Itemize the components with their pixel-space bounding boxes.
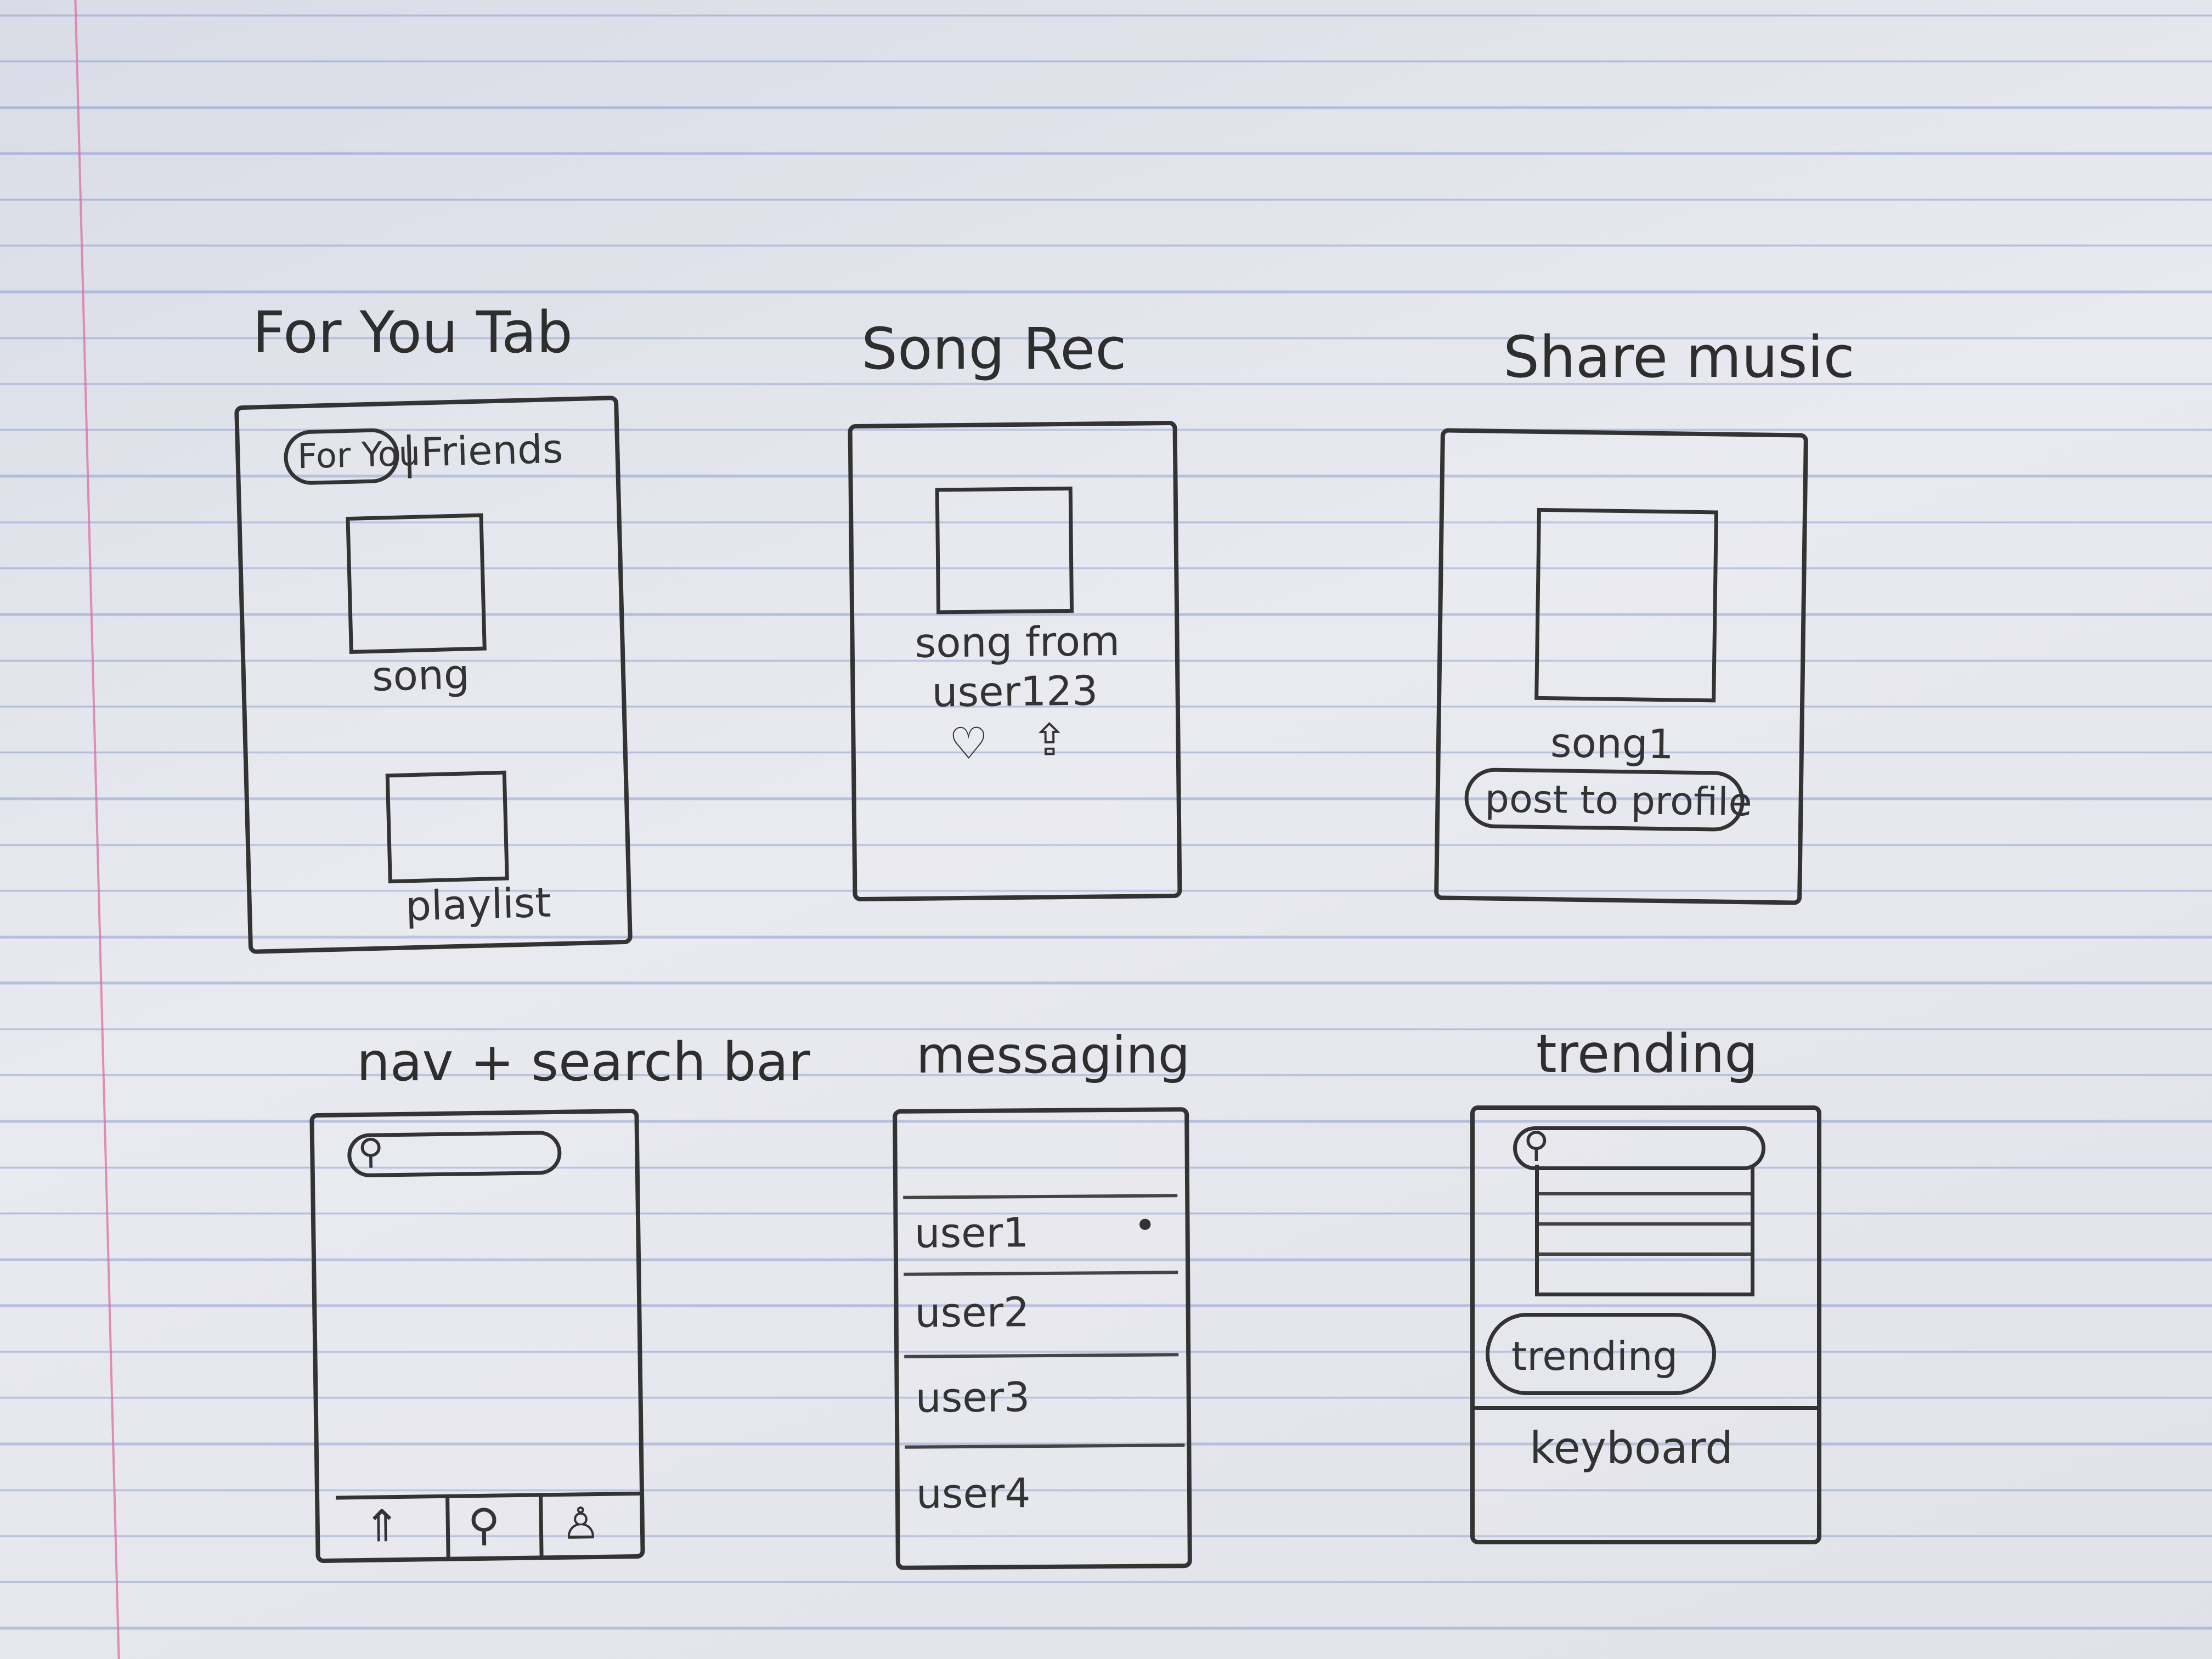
keyboard-divider [1475,1406,1817,1410]
messaging-screen: user1 • user2 user3 user4 [893,1107,1192,1570]
suggestion-divider [1539,1222,1751,1226]
profile-icon[interactable]: ♙ [561,1498,601,1549]
search-bar[interactable]: ⚲ [347,1130,562,1178]
share-music-screen: song1 post to profile [1434,428,1808,905]
message-user-name: user1 [914,1209,1029,1257]
song-label: song [371,651,470,701]
nav-divider-1 [445,1494,450,1558]
search-suggestions-dropdown[interactable] [1535,1165,1754,1296]
message-row-user2[interactable]: user2 [904,1274,1178,1352]
search-icon: ⚲ [357,1131,384,1173]
trending-search-icon: ⚲ [1523,1125,1549,1165]
heart-icon[interactable]: ♡ [949,718,989,770]
playlist-artwork[interactable] [385,770,509,884]
message-user-name: user3 [915,1374,1030,1422]
rec-line-user: user123 [932,667,1098,716]
nav-search-title: nav + search bar [357,1031,810,1093]
song-rec-title: Song Rec [861,315,1127,382]
share-song-label: song1 [1550,719,1674,769]
keyboard-area: keyboard [1530,1423,1734,1474]
nav-search-icon[interactable]: ⚲ [467,1499,500,1550]
tab-for-you[interactable]: For You [283,427,421,486]
suggestion-divider [1539,1252,1751,1256]
unread-dot: • [1133,1203,1157,1248]
share-song-artwork[interactable] [1534,507,1718,703]
post-to-profile-label: post to profile [1485,776,1753,825]
rec-line-song-from: song from [915,617,1120,667]
for-you-tab-title: For You Tab [252,299,573,366]
nav-divider-2 [539,1493,544,1556]
trending-screen: ⚲ trending keyboard [1470,1105,1821,1544]
message-row-user4[interactable]: user4 [905,1447,1180,1547]
song-artwork[interactable] [346,513,487,654]
tab-separator: | [401,427,417,479]
home-icon[interactable]: ⇑ [363,1500,400,1552]
message-row-user1[interactable]: user1 • [903,1197,1178,1270]
tab-friends[interactable]: Friends [420,426,563,476]
trending-search-bar[interactable]: ⚲ [1513,1125,1765,1170]
suggestion-divider [1539,1192,1751,1195]
share-icon[interactable]: ⇪ [1031,714,1068,766]
message-user-name: user2 [915,1289,1030,1337]
post-to-profile-button[interactable]: post to profile [1464,768,1752,832]
for-you-screen: For You | Friends song playlist [234,396,633,954]
message-row-user3[interactable]: user3 [904,1356,1179,1440]
share-music-title: Share music [1503,324,1855,391]
trending-button[interactable]: trending [1486,1313,1716,1395]
song-rec-screen: song from user123 ♡ ⇪ [848,420,1182,902]
message-user-name: user4 [916,1470,1031,1518]
trending-title: trending [1536,1023,1758,1085]
trending-button-label: trending [1511,1333,1678,1379]
nav-search-screen: ⚲ ⇑ ⚲ ♙ [309,1108,645,1564]
playlist-label: playlist [404,879,552,930]
messaging-title: messaging [916,1026,1190,1085]
rec-song-artwork[interactable] [935,486,1074,614]
